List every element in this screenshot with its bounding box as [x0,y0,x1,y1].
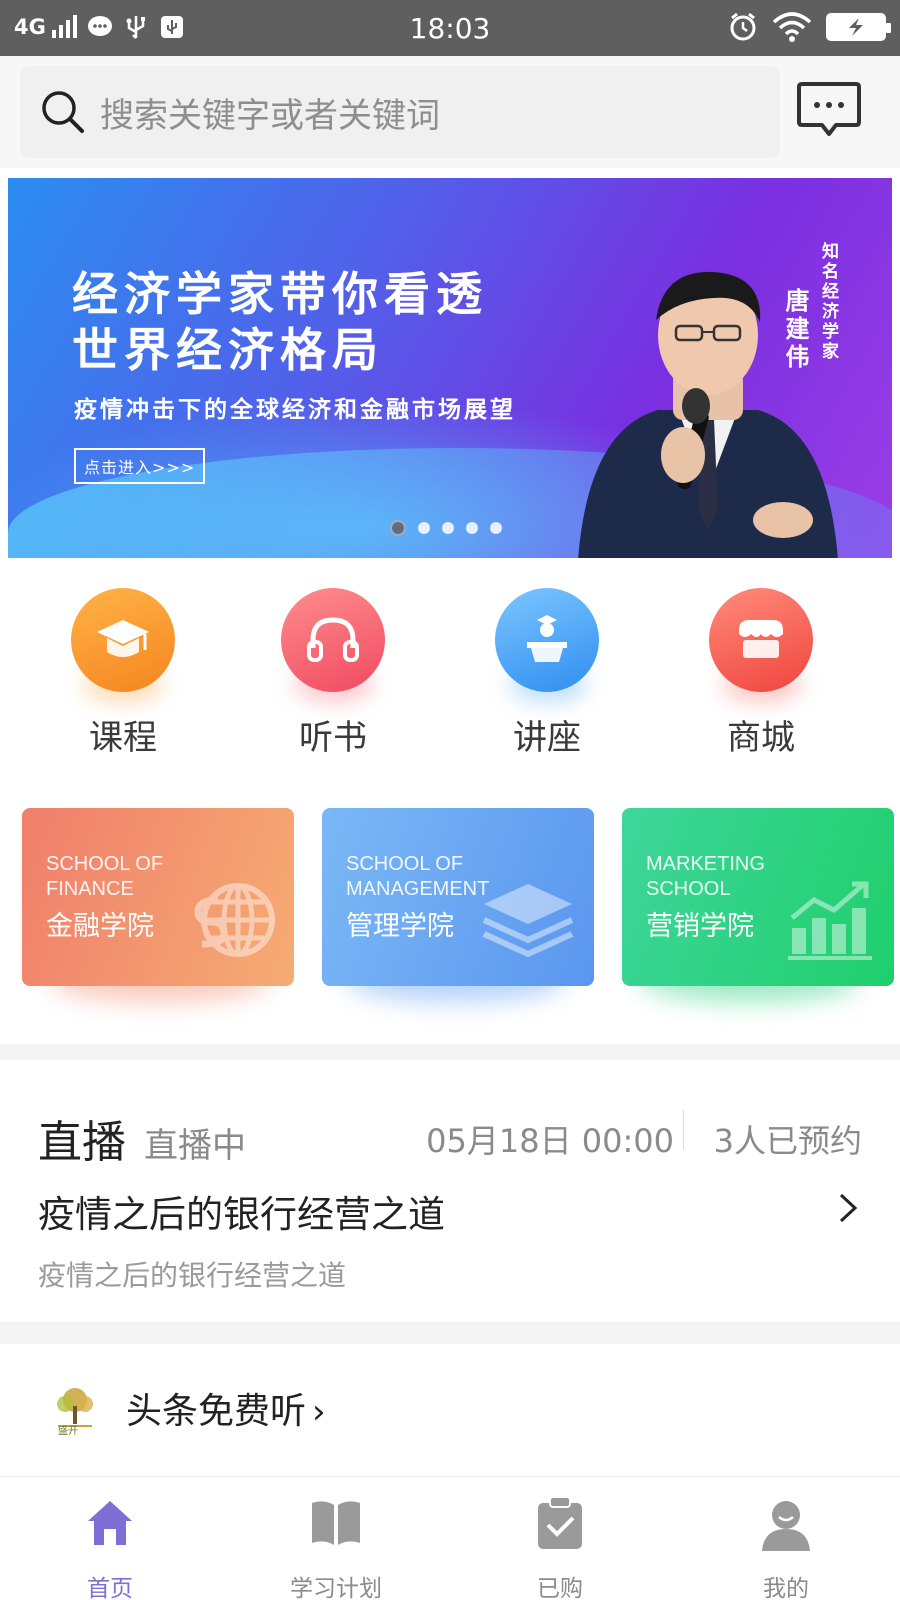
category-grid: 课程 听书 讲座 商城 [0,580,900,760]
chevron-right-icon[interactable] [838,1192,858,1224]
nav-me[interactable]: 我的 [716,1495,856,1600]
carousel-dot[interactable] [466,522,478,534]
nav-label: 首页 [87,1576,133,1600]
school-card-finance[interactable]: SCHOOL OF FINANCE 金融学院 [22,808,294,986]
search-input[interactable]: 搜索关键字或者关键词 [100,88,440,137]
category-store[interactable]: 商城 [686,588,836,759]
battery-icon [826,13,891,41]
school-en-name: MARKETING SCHOOL [646,852,765,902]
live-reserved-count: 3人已预约 [713,1122,862,1160]
carousel-dot[interactable] [418,522,430,534]
status-right [728,12,891,42]
carousel-indicator [390,520,502,536]
chevron-right-icon: › [312,1392,326,1432]
live-datetime: 05月18日 00:00 [426,1122,674,1160]
search-bar[interactable]: 搜索关键字或者关键词 [20,66,780,158]
nav-study-plan[interactable]: 学习计划 [266,1495,406,1600]
school-en-name: SCHOOL OF FINANCE [46,852,163,902]
carousel-dot[interactable] [490,522,502,534]
category-label: 听书 [299,718,367,758]
school-cn-name: 管理学院 [346,911,454,942]
live-title: 直播 [38,1117,126,1168]
alarm-icon [730,12,756,41]
user-icon [762,1501,810,1551]
graduation-cap-icon [71,588,175,692]
clipboard-check-icon [538,1496,582,1549]
speaker-title: 知名经济学家 [818,242,838,362]
globe-dollar-icon [194,883,275,957]
banner-headline-line1: 经济学家带你看透 [72,267,488,321]
category-label: 课程 [89,718,157,758]
section-divider [0,1044,900,1060]
headline-section[interactable]: 盛开 头条免费听 › [0,1344,900,1474]
school-en-name: SCHOOL OF MANAGEMENT [346,852,489,902]
school-en-line1: MARKETING [646,853,765,875]
school-en-line2: SCHOOL [646,878,731,900]
speaker-name: 唐建伟 [781,288,809,372]
nav-label: 已购 [537,1576,583,1600]
layers-icon [482,884,574,958]
school-card-marketing[interactable]: MARKETING SCHOOL 营销学院 [622,808,894,986]
carousel-dot[interactable] [442,522,454,534]
carousel-dot[interactable] [390,520,406,536]
live-session-name[interactable]: 疫情之后的银行经营之道 [38,1184,445,1238]
category-audiobooks[interactable]: 听书 [258,588,408,759]
wifi-icon [772,12,812,42]
headline-title[interactable]: 头条免费听 › [126,1382,326,1434]
promo-banner[interactable]: 经济学家带你看透 世界经济格局 疫情冲击下的全球经济和金融市场展望 点击进入>>… [8,178,892,558]
banner-subtitle: 疫情冲击下的全球经济和金融市场展望 [74,397,516,423]
headline-title-text: 头条免费听 [126,1391,307,1432]
school-cards: SCHOOL OF FINANCE 金融学院 SCHOOL OF MANAGEM… [0,808,900,1008]
school-card-management[interactable]: SCHOOL OF MANAGEMENT 管理学院 [322,808,594,986]
school-cn-name: 金融学院 [46,911,154,942]
bottom-nav: 首页 学习计划 已购 我的 [0,1476,900,1600]
logo-text: 盛开 [58,1426,78,1437]
school-en-line1: SCHOOL OF [346,853,464,875]
category-label: 讲座 [513,718,581,758]
live-status: 直播中 [144,1126,246,1166]
lecture-podium-icon [495,588,599,692]
book-icon [312,1501,360,1545]
search-header: 搜索关键字或者关键词 [0,56,900,168]
message-icon[interactable] [796,80,862,140]
school-en-line2: FINANCE [46,878,134,900]
category-label: 商城 [727,718,795,758]
status-bar: 4G 18:03 [0,0,900,56]
live-section[interactable]: 直播 直播中 05月18日 00:00 3人已预约 疫情之后的银行经营之道 疫情… [0,1068,900,1322]
live-separator [683,1110,684,1150]
school-en-line2: MANAGEMENT [346,878,490,900]
nav-home[interactable]: 首页 [40,1495,180,1600]
nav-label: 我的 [763,1576,809,1600]
nav-purchased[interactable]: 已购 [490,1495,630,1600]
school-cn-name: 营销学院 [646,911,754,942]
live-header: 直播 直播中 05月18日 00:00 3人已预约 [38,1106,862,1170]
headphones-icon [281,588,385,692]
home-icon [88,1501,132,1545]
section-divider [0,1322,900,1344]
growth-chart-icon [788,881,872,960]
banner-cta-button[interactable]: 点击进入>>> [74,448,206,484]
banner-headline: 经济学家带你看透 世界经济格局 [72,266,488,378]
nav-label: 学习计划 [290,1576,382,1600]
banner-headline-line2: 世界经济格局 [72,323,384,377]
school-en-line1: SCHOOL OF [46,853,164,875]
live-session-description: 疫情之后的银行经营之道 [38,1259,347,1292]
store-icon [709,588,813,692]
category-lectures[interactable]: 讲座 [472,588,622,759]
category-courses[interactable]: 课程 [48,588,198,759]
search-icon [42,91,84,133]
